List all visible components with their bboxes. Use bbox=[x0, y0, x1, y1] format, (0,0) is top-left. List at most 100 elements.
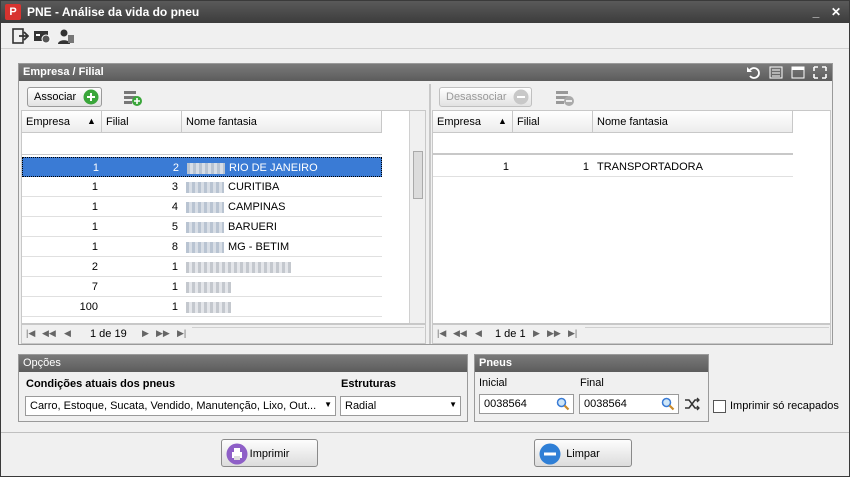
recapados-label: Imprimir só recapados bbox=[730, 400, 839, 412]
left-company-grid: Empresa ▲ Filial Nome fantasia 1 2 RIO DE… bbox=[21, 110, 426, 324]
app-logo-icon: P bbox=[5, 4, 21, 20]
blurred-text bbox=[186, 201, 224, 213]
table-row[interactable]: 1 3 CURITIBA bbox=[22, 177, 382, 197]
next-page-icon[interactable]: ▶ bbox=[142, 328, 149, 339]
undo-icon[interactable] bbox=[746, 65, 762, 80]
condicoes-label: Condições atuais dos pneus bbox=[26, 378, 176, 390]
right-pager: |◀ ◀◀ ◀ 1 de 1 ▶ ▶▶ ▶| bbox=[432, 324, 831, 344]
first-page-icon[interactable]: |◀ bbox=[437, 328, 446, 339]
table-row[interactable]: 100 1 bbox=[22, 297, 382, 317]
prev-page-icon[interactable]: ◀ bbox=[64, 328, 71, 339]
col-filial[interactable]: Filial bbox=[102, 111, 182, 133]
imprimir-button[interactable]: Imprimir bbox=[221, 439, 318, 467]
splitter[interactable] bbox=[429, 84, 431, 344]
table-row[interactable]: 1 4 CAMPINAS bbox=[22, 197, 382, 217]
add-multiple-icon[interactable] bbox=[123, 89, 143, 107]
left-pager: |◀ ◀◀ ◀ 1 de 19 ▶ ▶▶ ▶| bbox=[21, 324, 426, 344]
main-window: P PNE - Análise da vida do pneu _ ✕ Empr… bbox=[0, 0, 850, 477]
remove-multiple-icon[interactable] bbox=[555, 89, 575, 107]
next-block-icon[interactable]: ▶▶ bbox=[547, 328, 561, 339]
estruturas-label: Estruturas bbox=[341, 378, 397, 390]
search-icon[interactable] bbox=[556, 397, 570, 411]
opcoes-section: Opções Condições atuais dos pneus Carro,… bbox=[18, 354, 468, 422]
list-view-icon[interactable] bbox=[768, 65, 784, 80]
title-bar[interactable]: P PNE - Análise da vida do pneu _ ✕ bbox=[1, 1, 849, 23]
filter-row-right[interactable] bbox=[433, 133, 793, 155]
table-row[interactable]: 1 2 RIO DE JANEIRO bbox=[22, 157, 382, 177]
filter-row[interactable] bbox=[22, 133, 382, 155]
right-horizontal-scrollbar[interactable] bbox=[585, 327, 829, 342]
blurred-text bbox=[186, 301, 231, 313]
associar-button[interactable]: Associar bbox=[27, 87, 102, 107]
close-button[interactable]: ✕ bbox=[827, 3, 845, 21]
col-nome-fantasia-right[interactable]: Nome fantasia bbox=[593, 111, 793, 133]
opcoes-title: Opções bbox=[19, 355, 467, 372]
shuffle-icon[interactable] bbox=[684, 397, 700, 411]
right-company-grid: Empresa ▲ Filial Nome fantasia 1 1 TRANSP… bbox=[432, 110, 831, 324]
table-row[interactable]: 7 1 bbox=[22, 277, 382, 297]
prev-page-icon[interactable]: ◀ bbox=[475, 328, 482, 339]
empresa-filial-header: Empresa / Filial bbox=[19, 64, 832, 81]
inicial-label: Inicial bbox=[479, 377, 508, 389]
blurred-text bbox=[187, 162, 225, 174]
blurred-text bbox=[186, 281, 231, 293]
search-icon[interactable] bbox=[661, 397, 675, 411]
condicoes-select[interactable]: Carro, Estoque, Sucata, Vendido, Manuten… bbox=[25, 396, 336, 416]
table-row[interactable]: 1 8 MG - BETIM bbox=[22, 237, 382, 257]
right-page-indicator: 1 de 1 bbox=[495, 328, 526, 340]
col-nome-fantasia[interactable]: Nome fantasia bbox=[182, 111, 382, 133]
blurred-text bbox=[186, 261, 291, 273]
last-page-icon[interactable]: ▶| bbox=[568, 328, 577, 339]
pneu-final-input[interactable]: 0038564 bbox=[579, 394, 679, 414]
col-filial-right[interactable]: Filial bbox=[513, 111, 593, 133]
sort-asc-icon: ▲ bbox=[87, 116, 96, 126]
table-row[interactable]: 2 1 bbox=[22, 257, 382, 277]
exit-icon[interactable] bbox=[11, 27, 29, 45]
next-page-icon[interactable]: ▶ bbox=[533, 328, 540, 339]
prev-block-icon[interactable]: ◀◀ bbox=[42, 328, 56, 339]
left-scroll-thumb[interactable] bbox=[413, 151, 423, 199]
left-horizontal-scrollbar[interactable] bbox=[192, 327, 424, 342]
empresa-filial-panel: Empresa / Filial Associar Empresa ▲ Filia… bbox=[18, 63, 833, 345]
chevron-down-icon: ▼ bbox=[449, 400, 457, 409]
window-title: PNE - Análise da vida do pneu bbox=[27, 5, 200, 19]
next-block-icon[interactable]: ▶▶ bbox=[156, 328, 170, 339]
pneu-inicial-input[interactable]: 0038564 bbox=[479, 394, 574, 414]
desassociar-label: Desassociar bbox=[446, 91, 507, 103]
prev-block-icon[interactable]: ◀◀ bbox=[453, 328, 467, 339]
form-view-icon[interactable] bbox=[790, 65, 806, 80]
right-grid-header: Empresa ▲ Filial Nome fantasia bbox=[433, 111, 793, 133]
users-icon[interactable] bbox=[57, 27, 75, 45]
empresa-filial-title: Empresa / Filial bbox=[23, 66, 104, 78]
add-green-icon bbox=[83, 89, 99, 105]
toolbar bbox=[1, 23, 849, 49]
col-empresa-right[interactable]: Empresa ▲ bbox=[433, 111, 513, 133]
card-user-icon[interactable] bbox=[33, 27, 51, 45]
blurred-text bbox=[186, 221, 224, 233]
associar-label: Associar bbox=[34, 91, 77, 103]
table-row[interactable]: 1 5 BARUERI bbox=[22, 217, 382, 237]
sort-asc-icon: ▲ bbox=[498, 116, 507, 126]
left-grid-header: Empresa ▲ Filial Nome fantasia bbox=[22, 111, 382, 133]
col-empresa[interactable]: Empresa ▲ bbox=[22, 111, 102, 133]
pneus-section: Pneus Inicial 0038564 Final 0038564 bbox=[474, 354, 709, 422]
chevron-down-icon: ▼ bbox=[324, 400, 332, 409]
blurred-text bbox=[186, 181, 224, 193]
desassociar-button[interactable]: Desassociar bbox=[439, 87, 532, 107]
left-page-indicator: 1 de 19 bbox=[90, 328, 127, 340]
first-page-icon[interactable]: |◀ bbox=[26, 328, 35, 339]
divider bbox=[1, 432, 849, 433]
recapados-checkbox[interactable] bbox=[713, 400, 726, 413]
minimize-button[interactable]: _ bbox=[807, 3, 825, 21]
blurred-text bbox=[186, 241, 224, 253]
final-label: Final bbox=[580, 377, 604, 389]
limpar-button[interactable]: Limpar bbox=[534, 439, 632, 467]
left-vertical-scrollbar[interactable] bbox=[409, 111, 425, 323]
estruturas-select[interactable]: Radial ▼ bbox=[340, 396, 461, 416]
remove-gray-icon bbox=[513, 89, 529, 105]
table-row[interactable]: 1 1 TRANSPORTADORA bbox=[433, 157, 793, 177]
maximize-icon[interactable] bbox=[812, 65, 828, 80]
last-page-icon[interactable]: ▶| bbox=[177, 328, 186, 339]
limpar-label: Limpar bbox=[566, 448, 600, 460]
pneus-title: Pneus bbox=[475, 355, 708, 372]
